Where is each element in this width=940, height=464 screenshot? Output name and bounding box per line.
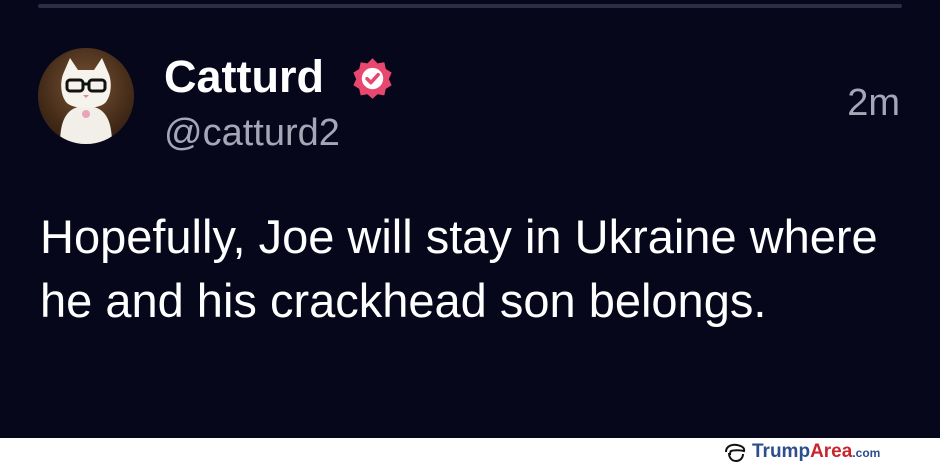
watermark-brand-part1: Trump (752, 441, 811, 462)
author-avatar[interactable] (38, 48, 134, 144)
post-timestamp[interactable]: 2m (847, 80, 900, 126)
post-text: Hopefully, Joe will stay in Ukraine wher… (40, 210, 878, 327)
watermark-brand-domain: .com (852, 446, 881, 460)
verified-badge-icon (353, 58, 392, 99)
cat-avatar-icon (38, 48, 134, 144)
post-card: Catturd @catturd2 2m Hopefully, Joe will… (0, 0, 940, 438)
author-name[interactable]: Catturd (164, 50, 324, 104)
top-divider (38, 4, 902, 8)
watermark-brand-part2: Area (810, 441, 853, 462)
watermark-brand: TrumpArea.com (752, 441, 880, 464)
author-handle[interactable]: @catturd2 (164, 110, 340, 156)
trump-hair-logo-icon (725, 443, 746, 462)
